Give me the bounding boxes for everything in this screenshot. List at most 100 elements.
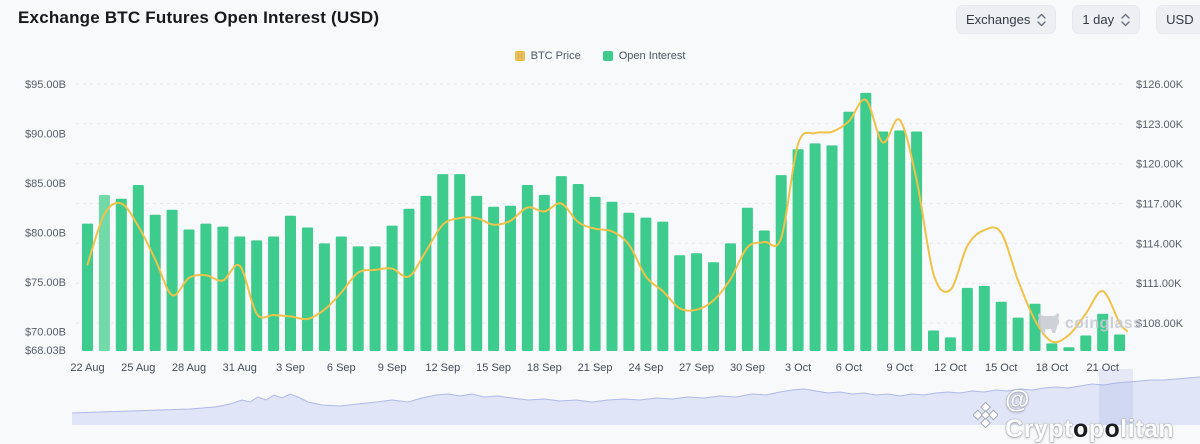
open-interest-bar[interactable] [539, 195, 550, 351]
open-interest-bar[interactable] [674, 255, 685, 351]
legend-label-btc-price: BTC Price [531, 50, 581, 62]
open-interest-bar[interactable] [556, 176, 567, 351]
open-interest-bar[interactable] [353, 246, 364, 351]
open-interest-bar[interactable] [1013, 318, 1024, 351]
left-axis-label: $95.00B [25, 79, 66, 91]
open-interest-bar[interactable] [962, 288, 973, 351]
open-interest-bar[interactable] [302, 228, 313, 352]
open-interest-bar[interactable] [742, 208, 753, 351]
open-interest-bar[interactable] [150, 215, 161, 351]
open-interest-bar[interactable] [945, 337, 956, 351]
x-axis-label: 24 Sep [628, 362, 663, 374]
open-interest-bar[interactable] [708, 262, 719, 351]
cryptopolitan-watermark: @ Cryptopolitan [973, 386, 1200, 444]
open-interest-bar[interactable] [623, 213, 634, 351]
open-interest-bar[interactable] [877, 132, 888, 352]
header-controls: Exchanges 1 day USD [956, 5, 1200, 34]
open-interest-bar[interactable] [793, 149, 804, 351]
open-interest-bar[interactable] [573, 184, 584, 351]
open-interest-bar[interactable] [607, 202, 618, 351]
open-interest-bar[interactable] [217, 227, 228, 351]
open-interest-bar[interactable] [404, 209, 415, 351]
currency-dropdown[interactable]: USD [1156, 5, 1200, 34]
open-interest-bar[interactable] [860, 93, 871, 351]
cryptopolitan-diamond-icon [973, 402, 998, 428]
open-interest-bar[interactable] [116, 199, 127, 351]
open-interest-bar[interactable] [590, 197, 601, 351]
coinglass-bull-icon [1037, 313, 1060, 334]
open-interest-bar[interactable] [1114, 335, 1125, 352]
cryptopolitan-watermark-text: @ Cryptopolitan [1005, 386, 1200, 444]
open-interest-bar[interactable] [894, 131, 905, 352]
open-interest-bar[interactable] [759, 231, 770, 352]
left-axis-label: $70.00B [25, 327, 66, 339]
x-axis-label: 27 Sep [679, 362, 714, 374]
x-axis-label: 31 Aug [223, 362, 257, 374]
x-axis-label: 15 Sep [476, 362, 511, 374]
open-interest-bar[interactable] [996, 302, 1007, 351]
right-axis-label: $120.00K [1136, 159, 1184, 171]
x-axis-label: 18 Oct [1036, 362, 1068, 374]
open-interest-bar[interactable] [133, 185, 144, 351]
open-interest-bar[interactable] [82, 224, 93, 351]
left-axis-label: $85.00B [25, 178, 66, 190]
open-interest-bar[interactable] [1046, 343, 1057, 351]
legend: BTC Price Open Interest [0, 50, 1200, 62]
open-interest-bar[interactable] [454, 174, 465, 351]
right-axis-label: $114.00K [1136, 238, 1183, 250]
open-interest-bar[interactable] [319, 243, 330, 351]
open-interest-bar[interactable] [387, 226, 398, 351]
open-interest-bar[interactable] [234, 237, 245, 352]
left-axis-label: $90.00B [25, 129, 66, 141]
open-interest-bar[interactable] [420, 196, 431, 351]
updown-caret-icon [1121, 13, 1130, 27]
open-interest-bar[interactable] [200, 224, 211, 351]
open-interest-swatch-icon [603, 51, 613, 61]
open-interest-bar[interactable] [437, 174, 448, 351]
open-interest-bar[interactable] [657, 222, 668, 351]
x-axis-label: 18 Sep [527, 362, 562, 374]
open-interest-bar[interactable] [776, 175, 787, 351]
open-interest-bar[interactable] [810, 143, 821, 351]
open-interest-bar[interactable] [370, 246, 381, 351]
open-interest-bar[interactable] [979, 286, 990, 351]
x-axis-label: 6 Sep [327, 362, 356, 374]
left-axis-label: $75.00B [25, 277, 66, 289]
open-interest-bar[interactable] [827, 145, 838, 351]
open-interest-bar[interactable] [1080, 336, 1091, 352]
open-interest-bar[interactable] [167, 210, 178, 351]
open-interest-bar[interactable] [725, 243, 736, 351]
open-interest-bar[interactable] [640, 218, 651, 351]
open-interest-bar[interactable] [268, 237, 279, 352]
x-axis-label: 25 Aug [121, 362, 155, 374]
btc-price-swatch-icon [515, 51, 525, 61]
open-interest-bar[interactable] [1063, 347, 1074, 351]
open-interest-bar[interactable] [285, 216, 296, 351]
interval-dropdown-label: 1 day [1082, 12, 1114, 27]
open-interest-bar[interactable] [251, 240, 262, 351]
x-axis-label: 21 Sep [578, 362, 613, 374]
right-axis-label: $111.00K [1136, 278, 1182, 290]
open-interest-bar[interactable] [843, 112, 854, 351]
x-axis-label: 22 Aug [70, 362, 104, 374]
interval-dropdown[interactable]: 1 day [1072, 5, 1140, 34]
x-axis-label: 9 Sep [378, 362, 407, 374]
open-interest-bar[interactable] [99, 195, 110, 351]
left-axis-label: $80.00B [25, 228, 66, 240]
x-axis-label: 3 Oct [785, 362, 811, 374]
legend-item-btc-price[interactable]: BTC Price [515, 50, 581, 62]
open-interest-bar[interactable] [488, 207, 499, 351]
updown-caret-icon [1037, 13, 1046, 27]
open-interest-bar[interactable] [505, 206, 516, 351]
chart-canvas[interactable]: $95.00B $90.00B $85.00B $80.00B $75.00B $70.0… [0, 0, 1200, 425]
open-interest-bar[interactable] [928, 331, 939, 352]
x-axis-label: 12 Sep [425, 362, 460, 374]
open-interest-bar[interactable] [691, 253, 702, 351]
x-axis-label: 6 Oct [836, 362, 862, 374]
open-interest-bar[interactable] [184, 230, 195, 352]
x-axis-label: 9 Oct [887, 362, 913, 374]
left-axis-label: $68.03B [25, 345, 66, 357]
exchanges-dropdown[interactable]: Exchanges [956, 5, 1056, 34]
page-title: Exchange BTC Futures Open Interest (USD) [18, 8, 379, 28]
legend-item-open-interest[interactable]: Open Interest [603, 50, 686, 62]
